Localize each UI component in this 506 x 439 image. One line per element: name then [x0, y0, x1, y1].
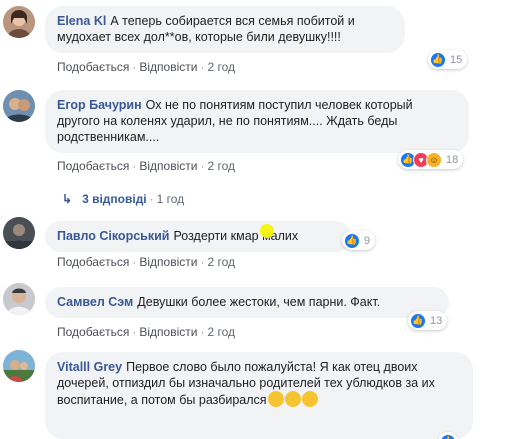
replies-timestamp: 1 год [156, 192, 185, 206]
comment-bubble: Павло Сікорський Роздерти кмар малих [45, 221, 351, 252]
avatar[interactable] [3, 283, 35, 315]
like-link[interactable]: Подобається [57, 159, 129, 173]
comment-bubble: Егор Бачурин Ох не по понятиям поступил ч… [45, 90, 469, 153]
timestamp[interactable]: 2 год [207, 325, 235, 339]
reaction-summary[interactable]: 👍 ♥ ☺ 18 [398, 150, 464, 169]
grimace-emoji [301, 391, 318, 407]
comment-actions: Подобається · Відповісти · 2 год [57, 255, 235, 269]
comment-text: Роздерти кмар малих [173, 229, 299, 243]
view-replies[interactable]: ↳ 3 відповіді · 1 год [62, 192, 184, 206]
comment-author[interactable]: Павло Сікорський [57, 229, 169, 243]
reply-link[interactable]: Відповісти [139, 255, 197, 269]
comment-author[interactable]: Vitalll Grey [57, 360, 122, 374]
comment-text: Девушки более жестоки, чем парни. Факт. [137, 295, 381, 309]
timestamp[interactable]: 2 год [207, 159, 235, 173]
reaction-summary[interactable]: 👍 15 [428, 50, 468, 69]
like-link[interactable]: Подобається [57, 60, 129, 74]
like-icon: 👍 [440, 433, 456, 439]
like-icon: 👍 [344, 232, 360, 249]
cursor-highlight [260, 224, 274, 238]
reply-arrow-icon: ↳ [62, 192, 73, 206]
avatar[interactable] [3, 90, 35, 122]
timestamp[interactable]: 2 год [207, 60, 235, 74]
comment-bubble: Vitalll Grey Первое слово было пожалуйста… [45, 352, 473, 439]
comment-bubble: Самвел Сэм Девушки более жестоки, чем пар… [45, 287, 449, 318]
haha-icon: ☺ [426, 151, 442, 168]
avatar[interactable] [3, 6, 35, 38]
reaction-count: 9 [364, 234, 371, 247]
like-link[interactable]: Подобається [57, 325, 129, 339]
avatar[interactable] [3, 350, 35, 382]
grimace-emoji [267, 391, 284, 407]
avatar[interactable] [3, 217, 35, 249]
like-icon: 👍 [410, 312, 426, 329]
comment-author[interactable]: Elena Kl [57, 14, 106, 28]
reply-link[interactable]: Відповісти [139, 60, 197, 74]
reaction-summary[interactable]: 👍 9 [342, 231, 376, 250]
comment-actions: Подобається · Відповісти · 2 год [57, 159, 235, 173]
comment-author[interactable]: Егор Бачурин [57, 98, 142, 112]
reaction-count: 15 [450, 53, 463, 66]
grimace-emoji [284, 391, 301, 407]
timestamp[interactable]: 2 год [207, 255, 235, 269]
reaction-count: 18 [446, 153, 459, 166]
like-icon: 👍 [430, 51, 446, 68]
comment-actions: Подобається · Відповісти · 2 год [57, 325, 235, 339]
like-link[interactable]: Подобається [57, 255, 129, 269]
comment-actions: Подобається · Відповісти · 2 год [57, 60, 235, 74]
reply-link[interactable]: Відповісти [139, 159, 197, 173]
comment-bubble: Elena Kl А теперь собирается вся семья по… [45, 6, 405, 53]
reply-link[interactable]: Відповісти [139, 325, 197, 339]
reaction-summary[interactable]: 👍 13 [408, 311, 448, 330]
comment-author[interactable]: Самвел Сэм [57, 295, 133, 309]
replies-count-link[interactable]: 3 відповіді [82, 192, 147, 206]
reaction-count: 13 [430, 314, 443, 327]
